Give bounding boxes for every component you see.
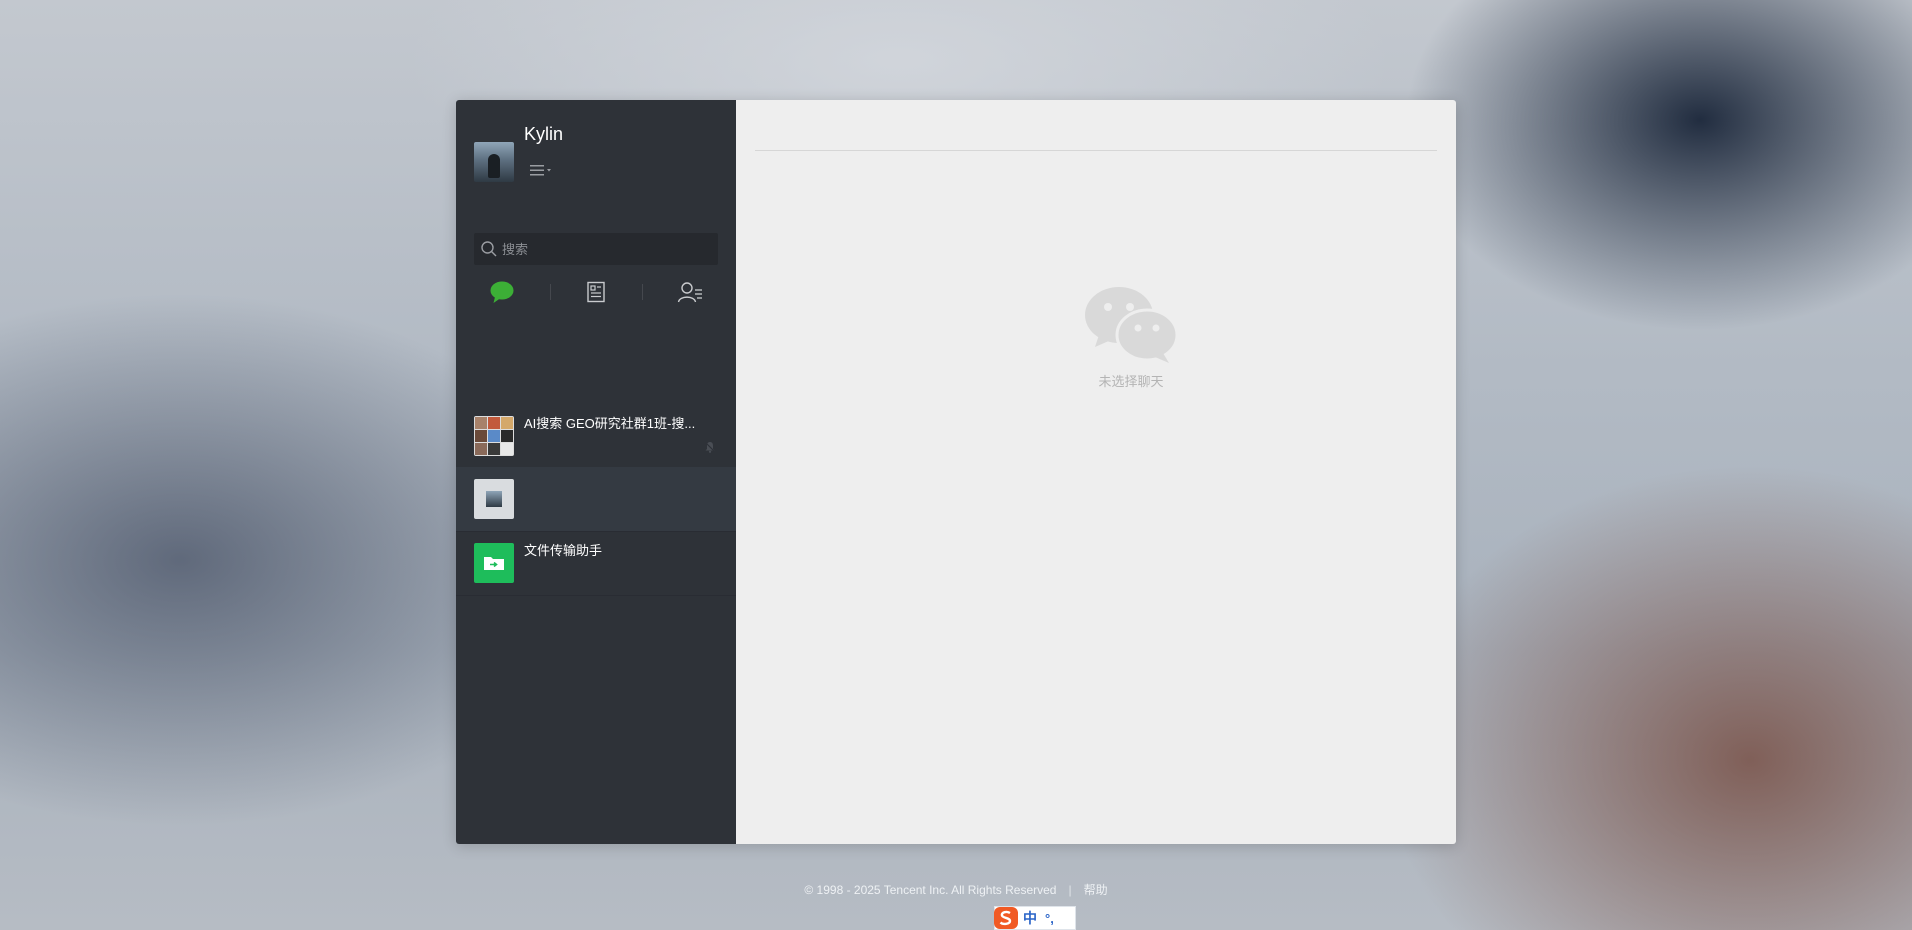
header-divider [755, 150, 1437, 151]
conversation-name: AI搜索 GEO研究社群1班-搜... [524, 416, 696, 431]
search-icon [481, 241, 497, 257]
ime-toolbar[interactable]: 中 °, [994, 906, 1076, 930]
empty-chat-state: 未选择聊天 [1036, 285, 1226, 391]
tab-separator [642, 284, 643, 300]
tab-contacts[interactable] [660, 277, 720, 307]
chat-bubble-icon [490, 281, 514, 303]
menu-icon [530, 165, 551, 176]
ime-language-toggle[interactable]: 中 [1023, 908, 1037, 928]
search-input[interactable] [502, 233, 712, 265]
sogou-logo-icon[interactable] [993, 906, 1019, 930]
page-footer: © 1998 - 2025 Tencent Inc. All Rights Re… [0, 882, 1912, 898]
group-grid-avatar [474, 416, 514, 456]
tab-articles[interactable] [566, 277, 626, 307]
sidebar: Kylin 搜索 AI搜索 GEO研究社群1班-搜... 文件传输助手 [456, 100, 736, 844]
profile-header: Kylin [474, 122, 724, 192]
empty-chat-text: 未选择聊天 [1098, 374, 1164, 389]
chat-main-area: 未选择聊天 [736, 100, 1456, 844]
wechat-logo-icon [1085, 287, 1179, 363]
sidebar-tabs [456, 277, 736, 307]
avatar-figure [488, 154, 500, 178]
menu-button[interactable] [528, 160, 554, 180]
ime-punctuation-toggle[interactable]: °, [1045, 911, 1054, 926]
conversation-name: 文件传输助手 [524, 543, 603, 558]
user-avatar [474, 479, 514, 519]
tab-separator [550, 284, 551, 300]
help-link[interactable]: 帮助 [1084, 883, 1108, 897]
conversation-item[interactable]: AI搜索 GEO研究社群1班-搜... [456, 404, 736, 469]
tab-chat[interactable] [472, 277, 532, 307]
conversation-item[interactable] [456, 467, 736, 532]
avatar[interactable] [474, 142, 514, 182]
footer-separator: | [1068, 883, 1072, 897]
mute-bell-icon [704, 441, 716, 453]
document-icon [587, 281, 605, 303]
search-box [474, 233, 718, 265]
conversation-item[interactable]: 文件传输助手 [456, 531, 736, 596]
file-transfer-icon [474, 543, 514, 583]
folder-icon [484, 557, 504, 570]
wechat-window: Kylin 搜索 AI搜索 GEO研究社群1班-搜... 文件传输助手 未选择聊… [456, 100, 1456, 844]
profile-nickname: Kylin [524, 124, 564, 144]
contacts-icon [677, 282, 702, 303]
copyright-text: © 1998 - 2025 Tencent Inc. All Rights Re… [804, 883, 1057, 897]
